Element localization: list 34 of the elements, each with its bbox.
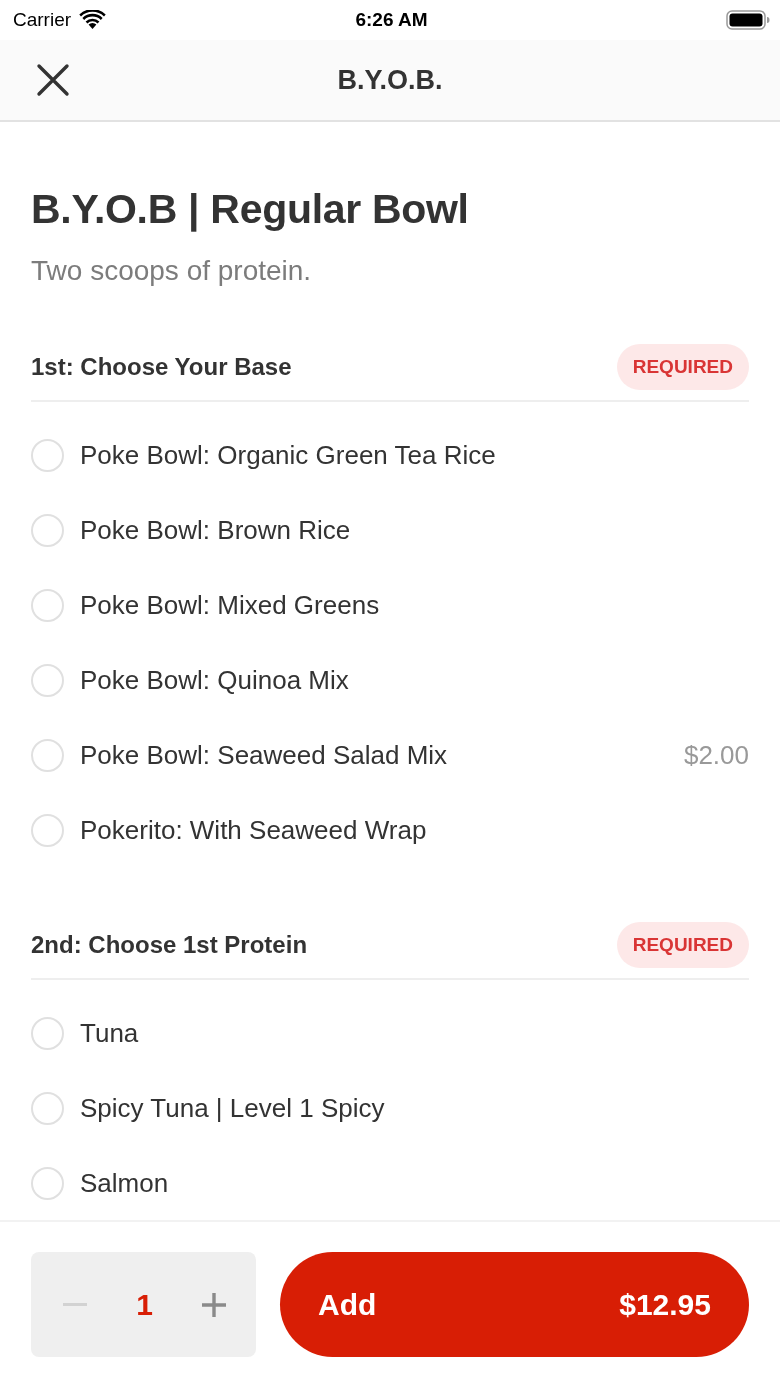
required-badge: REQUIRED	[616, 344, 749, 390]
option-label: Poke Bowl: Seaweed Salad Mix	[80, 740, 449, 771]
radio-button[interactable]	[31, 739, 64, 772]
radio-button[interactable]	[31, 589, 64, 622]
wifi-icon	[79, 10, 107, 30]
nav-title: B.Y.O.B.	[336, 64, 444, 96]
radio-button[interactable]	[31, 439, 64, 472]
option-label: Poke Bowl: Quinoa Mix	[80, 665, 350, 696]
section-title: 1st: Choose Your Base	[31, 353, 292, 381]
option-label: Salmon	[80, 1168, 170, 1199]
option-label: Spicy Tuna | Level 1 Spicy	[80, 1093, 386, 1124]
radio-button[interactable]	[31, 814, 64, 847]
item-description: Two scoops of protein.	[31, 254, 313, 288]
close-icon[interactable]	[36, 63, 70, 97]
item-title: B.Y.O.B | Regular Bowl	[31, 185, 470, 234]
option-label: Poke Bowl: Brown Rice	[80, 515, 352, 546]
section-title: 2nd: Choose 1st Protein	[31, 931, 308, 959]
required-badge: REQUIRED	[616, 922, 749, 968]
radio-button[interactable]	[31, 1017, 64, 1050]
quantity-value: 1	[136, 1287, 153, 1322]
radio-button[interactable]	[31, 1092, 64, 1125]
option-label: Pokerito: With Seaweed Wrap	[80, 815, 428, 846]
option-label: Poke Bowl: Mixed Greens	[80, 590, 381, 621]
plus-icon[interactable]	[202, 1292, 226, 1317]
option-label: Poke Bowl: Organic Green Tea Rice	[80, 440, 497, 471]
add-to-order-button[interactable]: Add $12.95	[280, 1252, 749, 1357]
option-price: $2.00	[683, 740, 749, 771]
radio-button[interactable]	[31, 514, 64, 547]
battery-icon	[726, 10, 770, 30]
carrier-text: Carrier	[13, 9, 72, 31]
option-label: Tuna	[80, 1018, 140, 1049]
time-text: 6:26 AM	[355, 9, 428, 31]
radio-button[interactable]	[31, 1167, 64, 1200]
radio-button[interactable]	[31, 664, 64, 697]
